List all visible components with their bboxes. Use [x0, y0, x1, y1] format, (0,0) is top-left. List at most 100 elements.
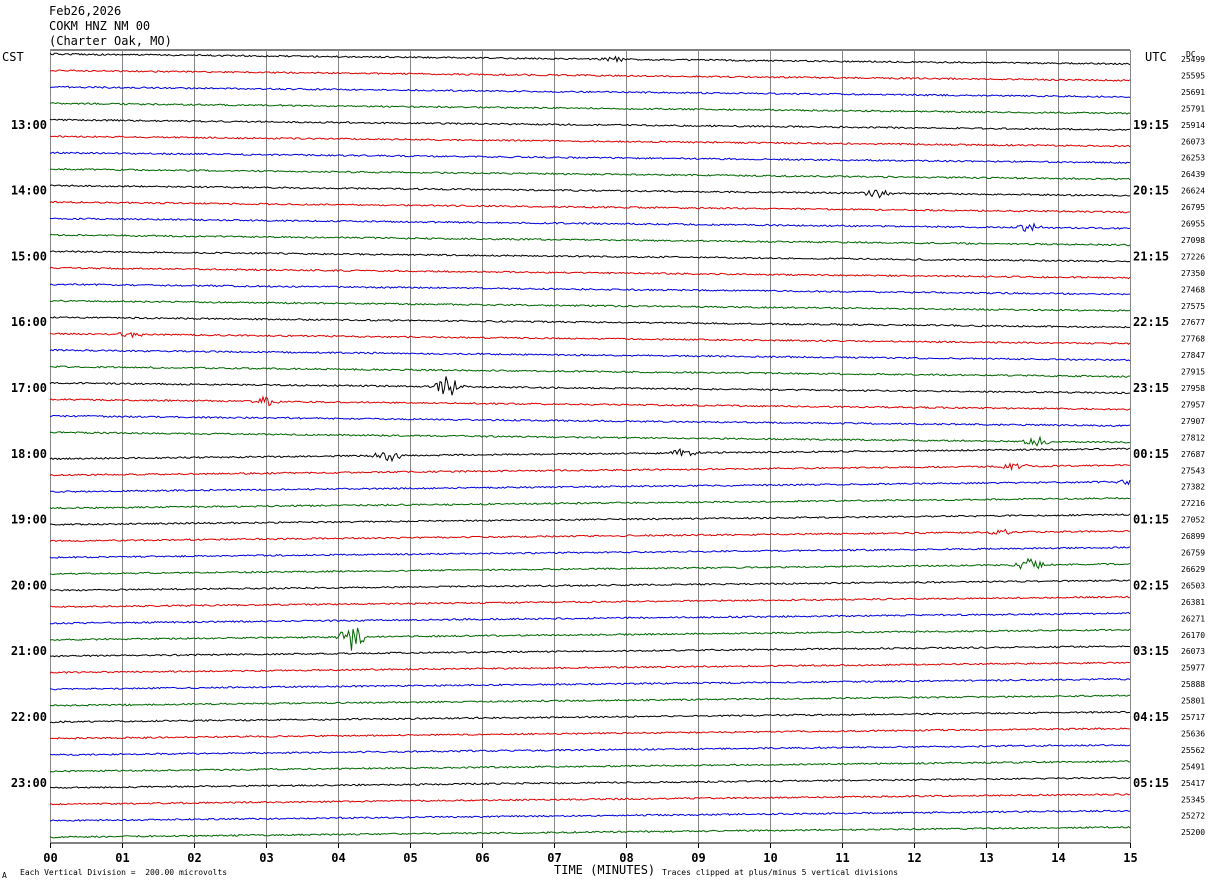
dc-offset-label: 27915 — [1181, 368, 1205, 377]
trace-row-32 — [49, 579, 1131, 592]
dc-offset-label: 26899 — [1181, 532, 1205, 541]
x-tick-label: 02 — [187, 851, 201, 865]
trace-row-14 — [49, 283, 1131, 296]
seismogram-plot: 00 01 02 03 04 05 06 07 08 09 10 11 12 13 14 1525499255… — [11, 49, 1205, 865]
x-tick-label: 05 — [403, 851, 417, 865]
trace-row-24 — [49, 447, 1131, 463]
trace-row-47 — [49, 825, 1131, 839]
x-tick-label: 03 — [259, 851, 273, 865]
dc-offset-label: 25491 — [1181, 762, 1205, 771]
dc-offset-label: 25595 — [1181, 71, 1205, 80]
trace-row-25 — [49, 462, 1131, 477]
dc-offset-label: 27677 — [1181, 318, 1205, 327]
trace-row-8 — [49, 184, 1131, 199]
left-time-label: 21:00 — [11, 644, 47, 658]
trace-row-17 — [49, 332, 1131, 345]
trace-row-40 — [49, 710, 1131, 724]
right-time-label: 00:15 — [1133, 447, 1169, 461]
x-tick-label: 15 — [1123, 851, 1137, 865]
scale-note: Each Vertical Division = 200.00 microvol… — [20, 868, 228, 877]
trace-row-46 — [49, 809, 1131, 822]
trace-row-16 — [49, 316, 1130, 329]
right-time-label: 20:15 — [1133, 184, 1169, 198]
dc-offset-label: 26629 — [1181, 565, 1205, 574]
trace-row-13 — [49, 266, 1131, 280]
dc-offset-label: 27052 — [1181, 516, 1205, 525]
trace-row-35 — [49, 627, 1131, 651]
corner-mark: A — [2, 871, 7, 880]
right-time-label: 23:15 — [1133, 381, 1169, 395]
dc-offset-label: 25888 — [1181, 680, 1205, 689]
right-time-label: 04:15 — [1133, 710, 1169, 724]
dc-offset-label: 26381 — [1181, 598, 1205, 607]
x-tick-label: 04 — [331, 851, 345, 865]
dc-offset-label: 26759 — [1181, 549, 1205, 558]
dc-offset-label: 25272 — [1181, 812, 1205, 821]
dc-offset-label: 27216 — [1181, 499, 1205, 508]
trace-row-22 — [49, 414, 1131, 427]
trace-row-28 — [49, 513, 1131, 526]
dc-offset-label: 25636 — [1181, 729, 1205, 738]
x-tick-label: 11 — [835, 851, 849, 865]
trace-row-15 — [50, 299, 1131, 312]
dc-offset-label: 25914 — [1181, 121, 1205, 130]
right-time-label: 22:15 — [1133, 315, 1169, 329]
dc-offset-label: 25345 — [1181, 795, 1205, 804]
trace-row-34 — [50, 612, 1131, 625]
dc-offset-label: 25791 — [1181, 104, 1205, 113]
trace-row-23 — [49, 431, 1130, 447]
dc-offset-label: 25717 — [1181, 713, 1205, 722]
dc-offset-label: 27350 — [1181, 269, 1205, 278]
dc-offset-label: 27543 — [1181, 466, 1205, 475]
dc-offset-label: 25499 — [1181, 55, 1205, 64]
left-time-label: 16:00 — [11, 315, 47, 329]
clip-note: Traces clipped at plus/minus 5 vertical … — [662, 868, 899, 877]
left-time-label: 20:00 — [11, 578, 47, 592]
dc-offset-label: 27907 — [1181, 417, 1205, 426]
right-time-label: 21:15 — [1133, 249, 1169, 263]
left-time-label: 15:00 — [11, 249, 47, 263]
trace-row-37 — [49, 661, 1131, 674]
right-time-label: 19:15 — [1133, 118, 1169, 132]
x-tick-label: 14 — [1051, 851, 1065, 865]
trace-row-4 — [49, 118, 1131, 131]
right-time-label: 03:15 — [1133, 644, 1169, 658]
right-time-label: 02:15 — [1133, 578, 1169, 592]
dc-offset-label: 26955 — [1181, 220, 1205, 229]
trace-row-2 — [49, 85, 1131, 98]
trace-row-44 — [49, 776, 1131, 789]
x-tick-label: 10 — [763, 851, 777, 865]
trace-row-5 — [49, 135, 1131, 148]
trace-row-27 — [49, 496, 1131, 510]
trace-row-19 — [49, 365, 1131, 378]
trace-row-0 — [49, 52, 1131, 66]
dc-offset-label: 27382 — [1181, 483, 1205, 492]
trace-row-38 — [49, 678, 1131, 691]
dc-offset-label: 27098 — [1181, 236, 1205, 245]
trace-row-42 — [49, 743, 1131, 756]
dc-offset-label: 25801 — [1181, 697, 1205, 706]
x-axis-label: TIME (MINUTES) — [554, 863, 656, 877]
x-tick-label: 13 — [979, 851, 993, 865]
x-tick-label: 01 — [115, 851, 129, 865]
trace-row-11 — [49, 233, 1131, 247]
trace-row-31 — [49, 557, 1131, 576]
dc-offset-label: 27226 — [1181, 252, 1205, 261]
dc-offset-label: 27768 — [1181, 335, 1205, 344]
dc-offset-label: 26624 — [1181, 187, 1205, 196]
dc-offset-label: 27575 — [1181, 302, 1205, 311]
trace-row-9 — [49, 200, 1130, 214]
dc-offset-label: 26073 — [1181, 647, 1205, 656]
trace-row-18 — [49, 348, 1131, 362]
trace-row-33 — [49, 595, 1130, 608]
trace-row-1 — [49, 69, 1131, 82]
x-tick-label: 00 — [43, 851, 57, 865]
trace-row-29 — [49, 528, 1131, 543]
dc-offset-label: 27958 — [1181, 384, 1205, 393]
trace-row-7 — [49, 168, 1131, 181]
dc-offset-label: 26253 — [1181, 154, 1205, 163]
trace-row-30 — [49, 546, 1131, 559]
left-time-label: 23:00 — [11, 776, 47, 790]
trace-row-6 — [49, 151, 1130, 164]
left-time-label: 22:00 — [11, 710, 47, 724]
